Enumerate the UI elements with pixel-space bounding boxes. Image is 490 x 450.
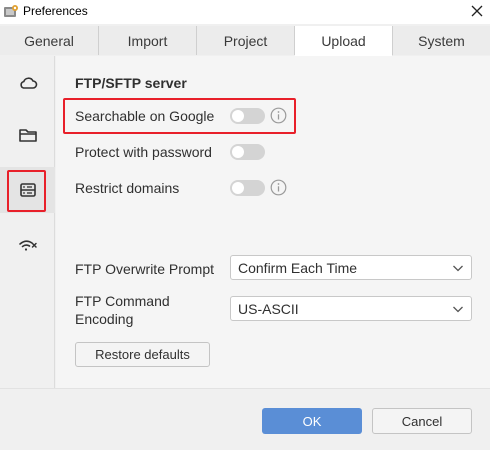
tab-label: Upload (321, 32, 366, 49)
option-label-searchable: Searchable on Google (75, 108, 215, 124)
password-toggle[interactable] (230, 144, 265, 160)
tab-project[interactable]: Project (197, 26, 295, 55)
title-bar: Preferences (0, 0, 490, 24)
sidebar-item-folder[interactable] (0, 112, 55, 158)
close-icon[interactable] (468, 2, 486, 20)
restrict-domains-toggle[interactable] (230, 180, 265, 196)
wifi-off-icon (18, 240, 37, 251)
toggle-knob (232, 110, 244, 122)
option-label-password: Protect with password (75, 144, 212, 160)
ok-button[interactable]: OK (262, 408, 362, 434)
ftp-encoding-label: FTP Command Encoding (75, 292, 170, 328)
restore-defaults-button[interactable]: Restore defaults (75, 342, 210, 367)
sidebar-item-server[interactable] (0, 167, 55, 213)
tab-label: General (24, 32, 74, 49)
tab-bar: General Import Project Upload System (0, 26, 490, 56)
toggle-knob (232, 182, 244, 194)
tab-label: Project (223, 32, 268, 49)
folder-icon (18, 129, 37, 142)
searchable-toggle[interactable] (230, 108, 265, 124)
toggle-knob (232, 146, 244, 158)
tab-system[interactable]: System (393, 26, 490, 55)
sidebar-item-wifi-off[interactable] (0, 222, 55, 268)
sidebar-item-cloud[interactable] (0, 60, 55, 106)
cloud-icon (19, 77, 37, 89)
tab-upload[interactable]: Upload (295, 26, 393, 56)
chevron-down-icon (453, 265, 463, 272)
ftp-encoding-select[interactable]: US-ASCII (230, 296, 472, 321)
ftp-encoding-label-line1: FTP Command (75, 293, 170, 309)
window-title: Preferences (23, 4, 88, 18)
ftp-encoding-label-line2: Encoding (75, 311, 134, 327)
sidebar (0, 56, 55, 388)
ftp-overwrite-select[interactable]: Confirm Each Time (230, 255, 472, 280)
section-title: FTP/SFTP server (75, 75, 187, 91)
settings-panel: FTP/SFTP server Searchable on Google Pro… (56, 56, 490, 388)
chevron-down-icon (453, 306, 463, 313)
tab-general[interactable]: General (0, 26, 99, 55)
info-icon[interactable] (270, 179, 287, 196)
tab-import[interactable]: Import (99, 26, 197, 55)
ftp-overwrite-label: FTP Overwrite Prompt (75, 261, 214, 277)
preferences-app-icon (4, 5, 18, 17)
select-value: US-ASCII (238, 300, 299, 317)
tab-label: Import (127, 32, 168, 49)
cancel-button[interactable]: Cancel (372, 408, 472, 434)
server-icon (19, 183, 36, 197)
select-value: Confirm Each Time (238, 259, 358, 276)
info-icon[interactable] (270, 107, 287, 124)
option-label-restrict-domains: Restrict domains (75, 180, 180, 196)
tab-label: System (418, 32, 465, 49)
dialog-footer: OK Cancel (0, 388, 490, 450)
